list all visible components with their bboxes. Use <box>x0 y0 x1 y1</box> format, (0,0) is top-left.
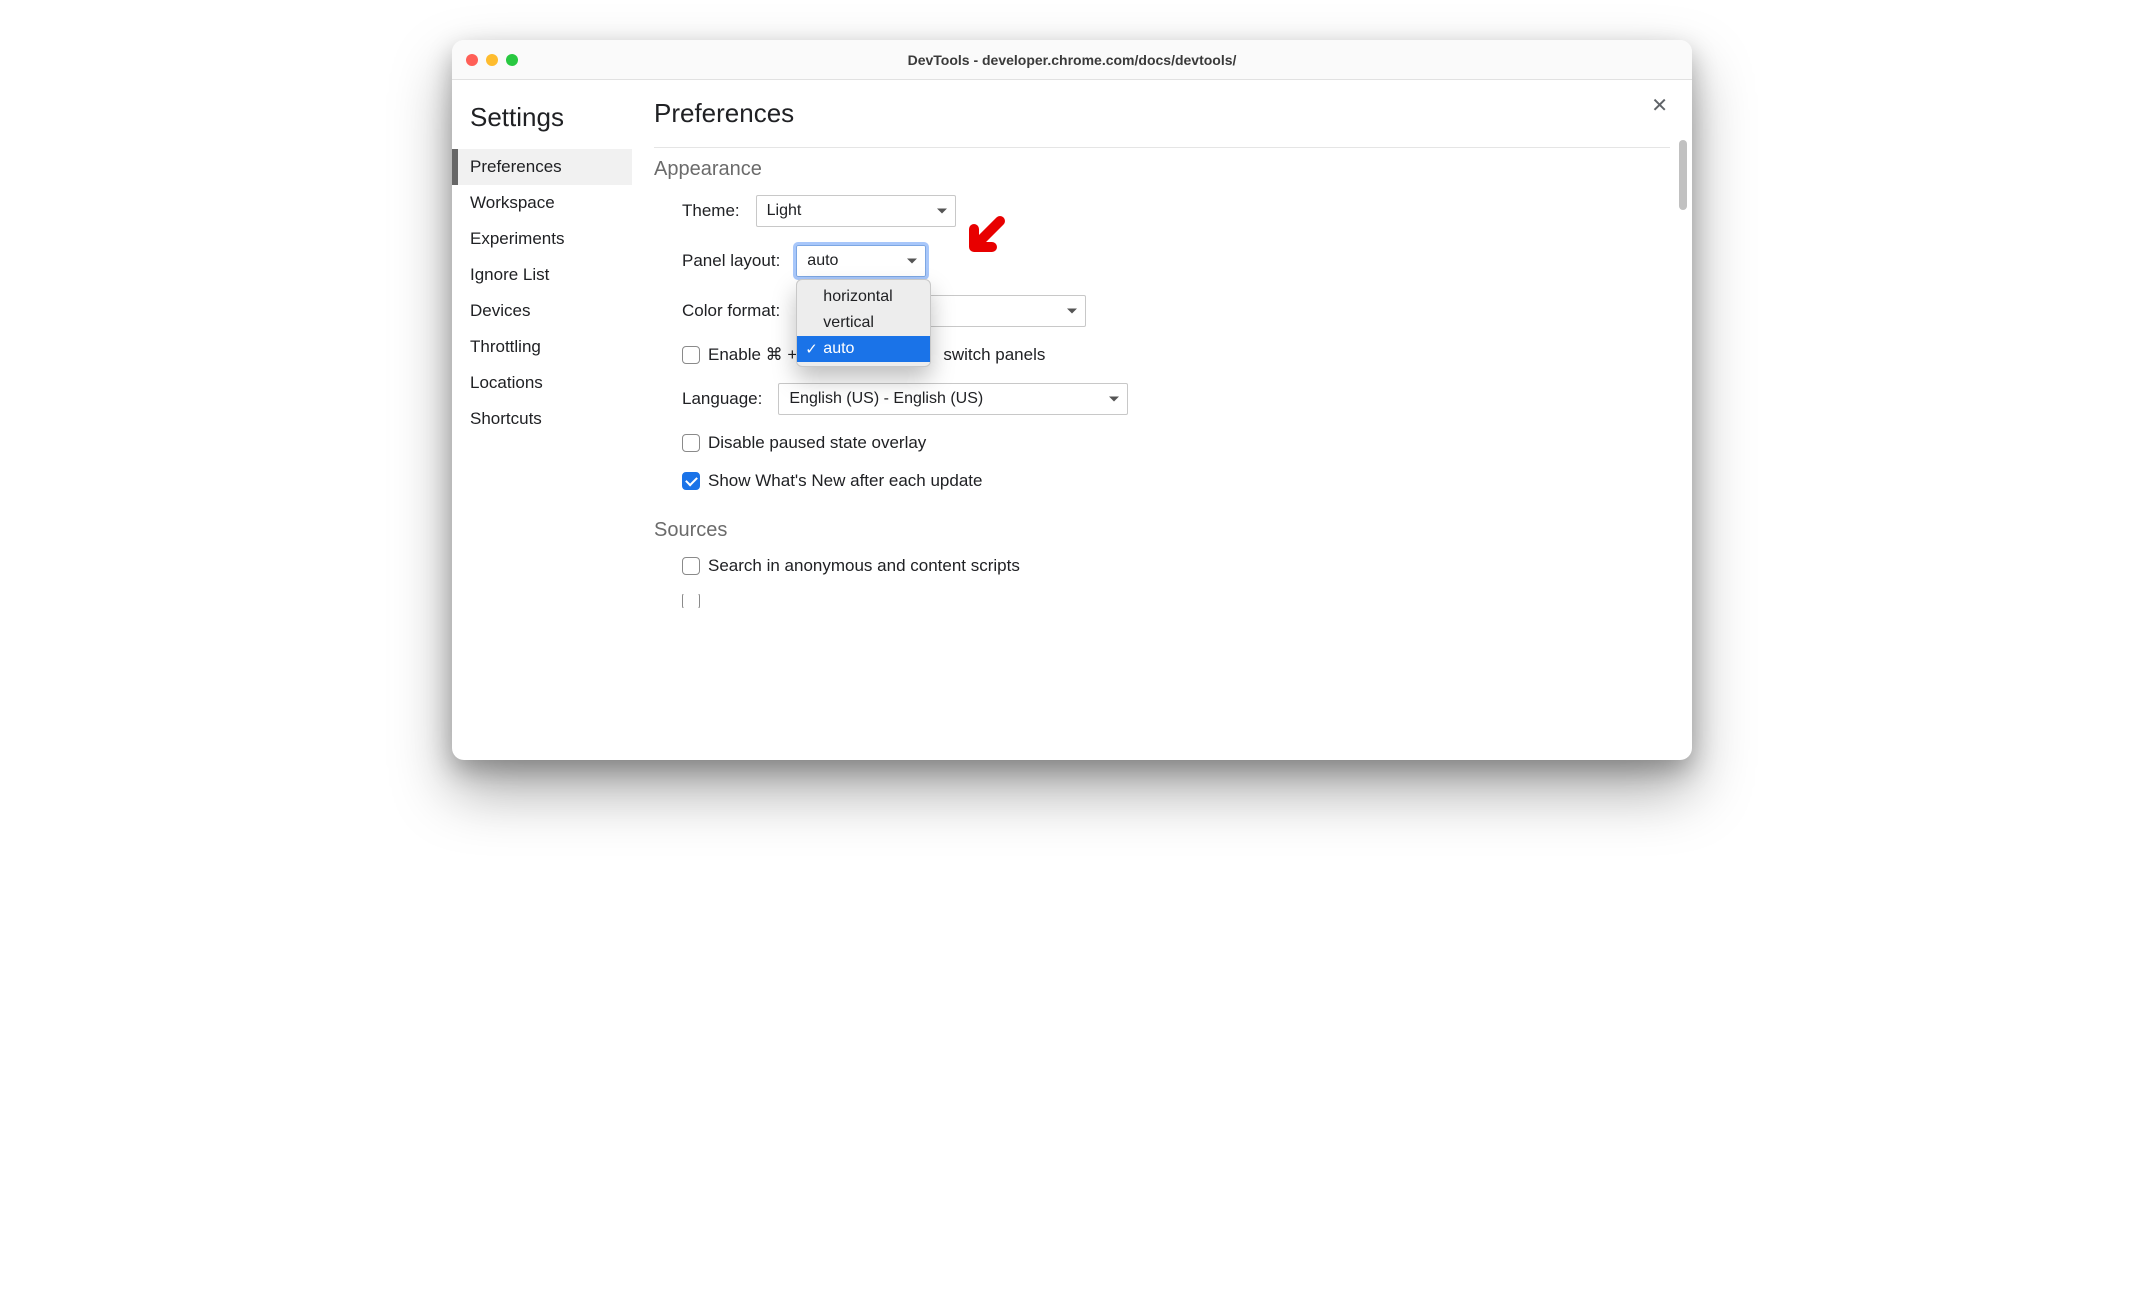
window-title: DevTools - developer.chrome.com/docs/dev… <box>452 52 1692 68</box>
shortcut-switch-panels-label-before: Enable ⌘ + <box>708 345 797 365</box>
theme-select-value: Light <box>767 202 802 220</box>
panel-layout-option-auto[interactable]: auto <box>797 336 930 362</box>
color-format-label: Color format: <box>682 301 780 321</box>
annotation-arrow-icon <box>960 215 1006 261</box>
caret-down-icon <box>1109 397 1119 402</box>
page-title: Preferences <box>654 98 1670 147</box>
theme-select[interactable]: Light <box>756 195 956 227</box>
sidebar-item-experiments[interactable]: Experiments <box>452 221 632 257</box>
scrollbar-thumb[interactable] <box>1679 140 1687 210</box>
window-close-button[interactable] <box>466 54 478 66</box>
disable-paused-overlay-checkbox[interactable] <box>682 434 700 452</box>
sidebar-heading: Settings <box>452 98 632 149</box>
panel-layout-option-horizontal[interactable]: horizontal <box>797 284 930 310</box>
panel-layout-option-vertical[interactable]: vertical <box>797 310 930 336</box>
window-zoom-button[interactable] <box>506 54 518 66</box>
scrollbar[interactable] <box>1678 140 1688 750</box>
settings-body: Settings Preferences Workspace Experimen… <box>452 80 1692 760</box>
sidebar-item-devices[interactable]: Devices <box>452 293 632 329</box>
settings-window: DevTools - developer.chrome.com/docs/dev… <box>452 40 1692 760</box>
divider <box>654 147 1670 148</box>
shortcut-switch-panels-label-after: switch panels <box>943 345 1045 365</box>
settings-sidebar: Settings Preferences Workspace Experimen… <box>452 80 632 760</box>
search-anon-checkbox[interactable] <box>682 557 700 575</box>
row-cutoff <box>682 594 1670 608</box>
panel-layout-dropdown: horizontal vertical auto <box>796 279 931 367</box>
titlebar: DevTools - developer.chrome.com/docs/dev… <box>452 40 1692 80</box>
caret-down-icon <box>1067 309 1077 314</box>
row-disable-paused-overlay: Disable paused state overlay <box>682 433 1670 453</box>
search-anon-label: Search in anonymous and content scripts <box>708 556 1020 576</box>
panel-layout-label: Panel layout: <box>682 251 780 271</box>
row-search-anon: Search in anonymous and content scripts <box>682 556 1670 576</box>
row-panel-layout: Panel layout: auto horizontal vertical a… <box>682 245 1670 277</box>
section-appearance-title: Appearance <box>654 158 1670 181</box>
caret-down-icon <box>937 209 947 214</box>
row-whats-new: Show What's New after each update <box>682 471 1670 491</box>
panel-layout-select[interactable]: auto <box>796 245 926 277</box>
sidebar-item-preferences[interactable]: Preferences <box>452 149 632 185</box>
sidebar-item-throttling[interactable]: Throttling <box>452 329 632 365</box>
shortcut-switch-panels-checkbox[interactable] <box>682 346 700 364</box>
whats-new-checkbox[interactable] <box>682 472 700 490</box>
sidebar-item-shortcuts[interactable]: Shortcuts <box>452 401 632 437</box>
row-theme: Theme: Light <box>682 195 1670 227</box>
language-label: Language: <box>682 389 762 409</box>
panel-layout-select-value: auto <box>807 252 838 270</box>
window-minimize-button[interactable] <box>486 54 498 66</box>
row-language: Language: English (US) - English (US) <box>682 383 1670 415</box>
section-sources-title: Sources <box>654 519 1670 542</box>
traffic-lights <box>452 54 518 66</box>
disable-paused-overlay-label: Disable paused state overlay <box>708 433 926 453</box>
sidebar-item-locations[interactable]: Locations <box>452 365 632 401</box>
whats-new-label: Show What's New after each update <box>708 471 982 491</box>
theme-label: Theme: <box>682 201 740 221</box>
sidebar-item-workspace[interactable]: Workspace <box>452 185 632 221</box>
language-select-value: English (US) - English (US) <box>789 390 983 408</box>
caret-down-icon <box>907 259 917 264</box>
cutoff-checkbox[interactable] <box>682 594 700 608</box>
preferences-panel: Preferences Appearance Theme: Light Pane… <box>632 80 1692 760</box>
language-select[interactable]: English (US) - English (US) <box>778 383 1128 415</box>
sidebar-item-ignore-list[interactable]: Ignore List <box>452 257 632 293</box>
